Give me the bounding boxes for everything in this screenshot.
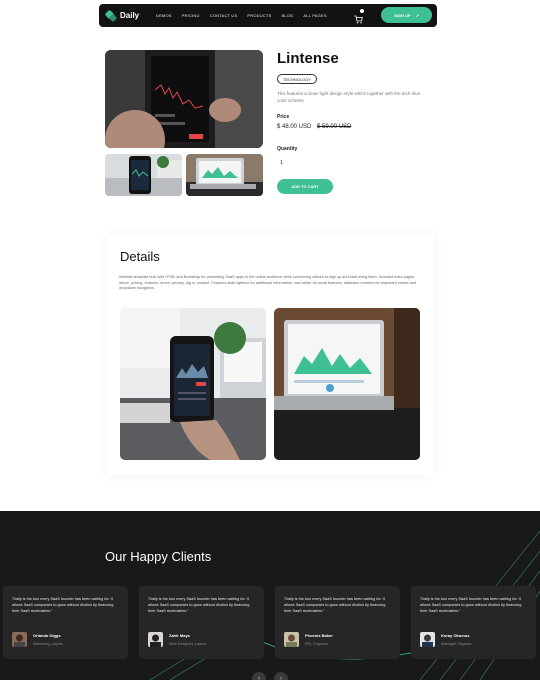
laptop-illustration: [186, 154, 263, 196]
cart-badge: [360, 9, 364, 13]
details-title: Details: [120, 249, 160, 264]
phone-desk-photo: [120, 308, 266, 460]
quantity-label: Quantity: [277, 146, 298, 152]
avatar-image: [420, 632, 435, 647]
avatar: [12, 632, 27, 647]
menu-item-products[interactable]: PRODUCTS: [247, 13, 271, 18]
logo-icon: [105, 10, 117, 22]
clients-title: Our Happy Clients: [105, 549, 212, 564]
avatar: [420, 632, 435, 647]
product-thumbnail[interactable]: [105, 154, 182, 196]
avatar: [148, 632, 163, 647]
old-price: $ 59.00 USD: [317, 124, 352, 130]
price: $ 48.00 USD $ 59.00 USD: [277, 124, 351, 130]
testimonial-card: "Daily is the tool every SaaS founder ha…: [139, 586, 264, 659]
testimonial-card: "Daily is the tool every SaaS founder ha…: [275, 586, 400, 659]
avatar: [284, 632, 299, 647]
details-image[interactable]: [274, 308, 420, 460]
menu-item-contact[interactable]: CONTACT US: [210, 13, 238, 18]
avatar-image: [284, 632, 299, 647]
laptop-dashboard-photo: [274, 308, 420, 460]
client-name: Phoenix Baker: [305, 633, 333, 638]
signup-label: SIGN UP: [394, 12, 411, 18]
testimonial-quote: "Daily is the tool every SaaS founder ha…: [284, 597, 386, 613]
client-name: Koray Okumus: [441, 633, 470, 638]
arrow-right-icon[interactable]: ›: [274, 672, 288, 680]
avatar-image: [148, 632, 163, 647]
cart-glyph: [354, 15, 363, 24]
arrow-left-icon[interactable]: ‹: [252, 672, 266, 680]
testimonial-quote: "Daily is the tool every SaaS founder ha…: [12, 597, 114, 613]
product-title: Lintense: [277, 50, 339, 67]
testimonial-quote: "Daily is the tool every SaaS founder ha…: [420, 597, 522, 613]
details-image[interactable]: [120, 308, 266, 460]
avatar-image: [12, 632, 27, 647]
arrow-up-right-icon: ↗: [415, 12, 419, 18]
testimonial-card: "Daily is the tool every SaaS founder ha…: [3, 586, 128, 659]
product-main-image[interactable]: [105, 50, 263, 148]
add-to-cart-button[interactable]: ADD TO CART: [277, 179, 333, 194]
price-label: Price: [277, 114, 290, 120]
quantity-input[interactable]: 1: [277, 158, 293, 168]
category-tag[interactable]: TECHNOLOGY: [277, 74, 318, 84]
menu-item-all-pages[interactable]: ALL PAGES: [303, 13, 326, 18]
phone-desk-illustration: [105, 154, 182, 196]
client-role: PM, Graphics: [305, 642, 328, 646]
client-name: Zahir Mays: [169, 633, 190, 638]
product-thumbnail[interactable]: [186, 154, 263, 196]
menu-item-pricing[interactable]: PRICING: [182, 13, 200, 18]
phone-in-hand-illustration: [105, 50, 263, 148]
cart-icon[interactable]: [354, 9, 364, 24]
testimonial-card: "Daily is the tool every SaaS founder ha…: [411, 586, 536, 659]
signup-button[interactable]: SIGN UP ↗: [381, 7, 432, 23]
logo-text: Daily: [120, 11, 140, 20]
client-role: Web Designer, Layers: [169, 642, 207, 646]
menu-item-demos[interactable]: DEMOS: [156, 13, 172, 18]
current-price: $ 48.00 USD: [277, 124, 312, 130]
product-description: This features a clean light design style…: [277, 91, 421, 103]
client-name: Orlando Diggs: [33, 633, 61, 638]
navbar: Daily DEMOS PRICING CONTACT US PRODUCTS …: [99, 4, 437, 27]
main-menu: DEMOS PRICING CONTACT US PRODUCTS BLOG A…: [156, 4, 337, 27]
logo[interactable]: Daily: [105, 10, 139, 22]
testimonial-quote: "Daily is the tool every SaaS founder ha…: [148, 597, 250, 613]
menu-item-blog[interactable]: BLOG: [281, 13, 293, 18]
client-role: Marketing, Layers: [33, 642, 64, 646]
details-text: Website template built with HTML and Boo…: [119, 275, 417, 290]
client-role: Manager, Gigantic: [441, 642, 472, 646]
